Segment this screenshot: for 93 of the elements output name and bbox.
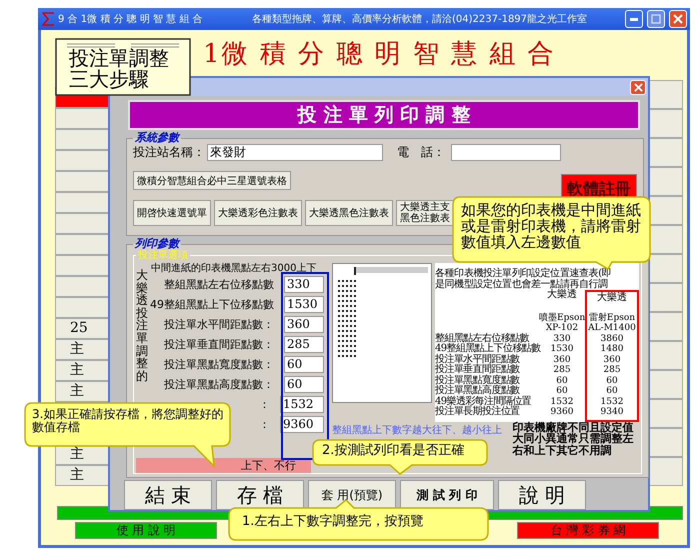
field-label: 投注站名稱： — [133, 144, 205, 161]
maximize-icon — [651, 14, 661, 24]
menu-button[interactable]: 台 灣 彩 券 網 — [517, 522, 659, 539]
close-icon — [673, 14, 683, 24]
menu-button[interactable]: 主 — [55, 339, 111, 360]
close-button[interactable] — [630, 80, 646, 94]
field-label: 投注單黑點寬度點數： — [164, 356, 274, 372]
hint-text: 整組黑點上下數字越大往下、越小往上 — [332, 424, 502, 436]
table-cell-text: 投注單水平間距點數 — [435, 354, 521, 364]
input-field[interactable]: 來發財 — [207, 144, 383, 161]
callout-text: 2.按測試列印看是否正確 — [322, 444, 466, 458]
field-label: 投注單黑點高度點數： — [164, 376, 274, 392]
callout-text: 3.如果正確請按存檔，將您調整好的數值存檔 — [32, 408, 224, 434]
window-subtitle: 各種類型拖牌、算牌、高價率分析軟體，請洽(04)2237-1897龍之光工作室 — [252, 12, 588, 26]
input-field[interactable] — [451, 144, 561, 161]
sheet-button[interactable]: 開啓快速選號單 — [133, 200, 211, 226]
minimize-button[interactable] — [625, 10, 643, 28]
vertical-label: 大樂透投注單調整的 — [136, 269, 148, 382]
column-heading: 噴墨Epson — [539, 312, 585, 323]
field-label: 電 話： — [397, 144, 445, 161]
dialog-button[interactable]: 結 束 — [124, 480, 212, 510]
column-heading: 大樂透 — [546, 290, 578, 302]
table-cell: 1532 — [585, 396, 639, 407]
table-cell: 60 — [585, 376, 639, 386]
input-field[interactable]: 360 — [284, 316, 324, 332]
field-label: ： — [259, 416, 270, 432]
table-heading: 各種印表機投注單列印設定位置速查表(即 — [435, 269, 612, 279]
table-cell-text: 60 — [555, 376, 569, 386]
column-heading: 雷射Epson — [585, 304, 639, 323]
input-field[interactable]: 285 — [284, 336, 324, 352]
input-field[interactable]: 1532 — [280, 396, 324, 412]
field-label: ： — [259, 396, 270, 412]
callout-text: 投注單調整三大步驟 — [69, 48, 170, 90]
sigma-icon — [42, 12, 54, 26]
field-label: 49整組黑點上下位移點數 — [150, 296, 274, 312]
menu-button[interactable]: 主 — [55, 360, 111, 381]
dialog-banner: 投 注 單 列 印 調 整 — [128, 100, 640, 130]
warning-text: 上下、不行 — [136, 458, 311, 473]
sheet-button[interactable]: 大樂透黑色注數表 — [305, 200, 393, 226]
callout-text: 如果您的印表機是中間進紙或是雷射印表機，請將雷射數值填入左邊數值 — [461, 203, 642, 250]
table-cell-text: 60 — [555, 386, 569, 396]
menu-button[interactable]: 主 — [55, 381, 111, 402]
input-field[interactable]: 1530 — [284, 296, 324, 312]
table-cell: 60 — [585, 386, 639, 396]
column-heading: AL-M1400 — [585, 323, 639, 334]
input-field[interactable]: 60 — [284, 356, 324, 372]
close-icon — [634, 82, 642, 92]
table-cell-text: 1532 — [550, 396, 574, 407]
note-text: 中間進紙的印表機黑點左右3000上下 — [151, 262, 318, 274]
field-label: 整組黑點左右位移點數 — [164, 276, 274, 292]
column-heading: XP-102 — [544, 323, 580, 334]
table-cell-text: 投注單垂直間距點數 — [435, 365, 521, 375]
input-field[interactable]: 60 — [284, 376, 324, 392]
dialog-button[interactable]: 測 試 列 印 — [400, 480, 494, 510]
maximize-button[interactable] — [647, 10, 665, 28]
table-cell-text: 投注單黑點高度點數 — [435, 386, 521, 396]
group-title: 投注單選項 — [137, 250, 189, 261]
menu-button[interactable]: 使 用 說 明 — [75, 522, 217, 539]
table-cell-text: 49整組黑點上下位移點數 — [435, 344, 539, 354]
window-title: 9 合 1微 積 分 聰 明 智 慧 組 合 — [58, 12, 204, 26]
minimize-icon — [630, 18, 638, 20]
table-cell-text: 285 — [552, 365, 572, 376]
table-cell: 3860 — [585, 334, 639, 344]
table-cell-text: 360 — [552, 354, 572, 365]
dialog-button[interactable]: 存 檔 — [216, 480, 304, 510]
table-cell-text: 49樂透彩每注間隔位置 — [435, 396, 532, 406]
table-cell-text: 1530 — [550, 344, 574, 354]
field-label: 投注單垂直間距點數： — [164, 336, 274, 352]
table-cell: 1480 — [585, 344, 639, 354]
menu-button[interactable]: 25 — [55, 318, 111, 339]
dialog-button[interactable]: 說 明 — [498, 480, 586, 510]
table-heading: 是同機型設定位置也會差一點請再自行調 — [435, 280, 609, 290]
input-field[interactable]: 9360 — [280, 416, 324, 432]
field-label: 投注單水平間距點數： — [164, 316, 274, 332]
column-heading: 大樂透 — [585, 290, 639, 304]
dialog-button[interactable]: 套 用(預覽) — [308, 480, 396, 510]
app-heading: 1微 積 分 聰 明 智 慧 組 合 — [203, 38, 557, 70]
table-cell: 360 — [585, 354, 639, 365]
input-field[interactable]: 330 — [284, 276, 324, 292]
menu-button[interactable]: 主 — [55, 465, 111, 486]
group-title: 系統參數 — [134, 132, 181, 144]
table-button[interactable]: 微積分智慧組合必中三星選號表格 — [133, 171, 291, 190]
table-cell-text: 投注單長期投注位置 — [435, 407, 521, 419]
sheet-button[interactable]: 大樂透主支黑色注數表 — [396, 200, 454, 226]
group-title: 列印參數 — [134, 238, 181, 250]
close-button[interactable] — [669, 10, 687, 28]
table-cell-text: 9360 — [550, 407, 574, 419]
table-cell: 285 — [585, 365, 639, 376]
table-cell-text: 整組黑點左右位移點數 — [435, 334, 530, 344]
table-cell-text: 330 — [552, 334, 572, 344]
sheet-button[interactable]: 大樂透彩色注數表 — [214, 200, 302, 226]
table-cell-text: 投注單黑點寬度點數 — [435, 376, 521, 386]
callout-text: 1.左右上下數字調整完，按預覽 — [242, 515, 424, 529]
